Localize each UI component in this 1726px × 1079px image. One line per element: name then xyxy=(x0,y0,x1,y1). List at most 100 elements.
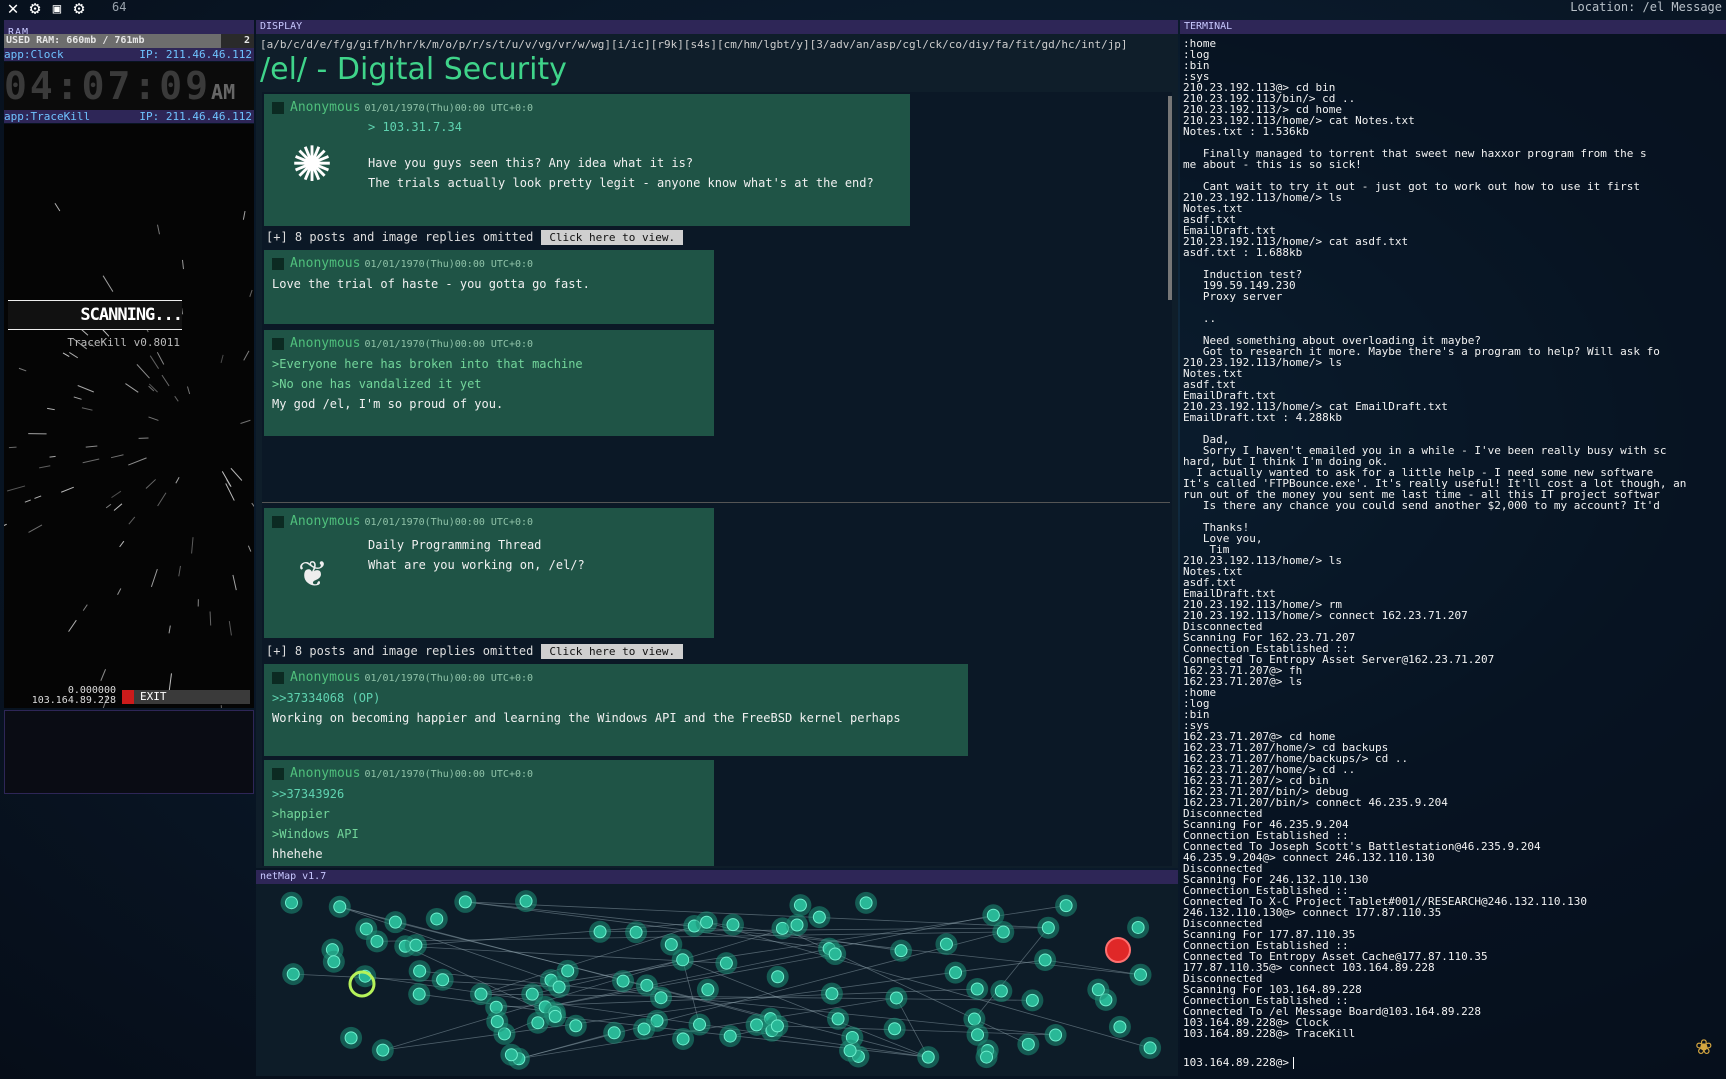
netmap-node[interactable] xyxy=(629,925,643,939)
netmap-node[interactable] xyxy=(552,980,566,994)
netmap-node[interactable] xyxy=(593,925,607,939)
netmap-node[interactable] xyxy=(430,912,444,926)
netmap-node[interactable] xyxy=(996,925,1010,939)
netmap-node[interactable] xyxy=(458,895,472,909)
netmap-node[interactable] xyxy=(388,915,402,929)
netmap-node[interactable] xyxy=(1131,920,1145,934)
netmap-node[interactable] xyxy=(831,1012,845,1026)
post-checkbox[interactable] xyxy=(272,515,284,528)
netmap-node[interactable] xyxy=(888,1022,902,1036)
netmap-node-target[interactable] xyxy=(1105,937,1131,963)
netmap-node[interactable] xyxy=(327,955,341,969)
netmap-node[interactable] xyxy=(1041,921,1055,935)
netmap-node[interactable] xyxy=(970,982,984,996)
netmap-node[interactable] xyxy=(1113,1020,1127,1034)
netmap-node[interactable] xyxy=(812,910,826,924)
netmap-node[interactable] xyxy=(640,978,654,992)
gear-icon[interactable]: ⚙ xyxy=(26,0,44,18)
netmap-node[interactable] xyxy=(770,1019,784,1033)
netmap-node[interactable] xyxy=(531,1016,545,1030)
netmap-node[interactable] xyxy=(412,987,426,1001)
netmap-node[interactable] xyxy=(285,896,299,910)
post-checkbox[interactable] xyxy=(272,767,284,780)
post-quote-link[interactable]: > 103.31.7.34 xyxy=(368,120,874,134)
post-quote-link[interactable]: >>37334068 (OP) xyxy=(272,691,960,705)
thread-view[interactable]: Anonymous 01/01/1970(Thu)00:00 UTC+0:0 ✺ … xyxy=(262,92,1172,866)
netmap-node[interactable] xyxy=(971,1028,985,1042)
netmap-node[interactable] xyxy=(994,984,1008,998)
netmap-node[interactable] xyxy=(561,964,575,978)
netmap-node[interactable] xyxy=(490,1014,504,1028)
post-checkbox[interactable] xyxy=(272,101,284,114)
terminal-line: 210.23.192.113/home/> ls xyxy=(1183,191,1342,204)
reply-post: Anonymous 01/01/1970(Thu)00:00 UTC+0:0 >E… xyxy=(264,330,714,436)
netmap-node[interactable] xyxy=(616,974,630,988)
view-replies-button[interactable]: Click here to view. xyxy=(541,230,684,245)
netmap-node[interactable] xyxy=(723,1029,737,1043)
tracekill-exit-button[interactable]: EXIT xyxy=(122,690,250,704)
netmap-node[interactable] xyxy=(939,937,953,951)
netmap-node[interactable] xyxy=(1038,953,1052,967)
netmap-node[interactable] xyxy=(525,987,539,1001)
netmap-node[interactable] xyxy=(436,973,450,987)
netmap-node[interactable] xyxy=(719,956,733,970)
netmap-node[interactable] xyxy=(843,1044,857,1058)
netmap-node[interactable] xyxy=(1021,1037,1035,1051)
netmap-node[interactable] xyxy=(413,964,427,978)
netmap-node[interactable] xyxy=(750,1018,764,1032)
netmap-node[interactable] xyxy=(859,896,873,910)
post-checkbox[interactable] xyxy=(272,257,284,270)
netmap-panel[interactable] xyxy=(256,870,1178,1076)
network-map[interactable] xyxy=(256,870,1178,1076)
post-quote-link[interactable]: >>37343926 xyxy=(272,787,706,801)
netmap-node[interactable] xyxy=(700,915,714,929)
netmap-node[interactable] xyxy=(828,947,842,961)
netmap-node[interactable] xyxy=(790,918,804,932)
view-replies-button[interactable]: Click here to view. xyxy=(541,644,684,659)
netmap-node[interactable] xyxy=(1025,993,1039,1007)
netmap-node[interactable] xyxy=(1091,983,1105,997)
netmap-node[interactable] xyxy=(726,918,740,932)
board-list-links[interactable]: [a/b/c/d/e/f/g/gif/h/hr/k/m/o/p/r/s/t/u/… xyxy=(260,38,1176,51)
netmap-node[interactable] xyxy=(370,934,384,948)
netmap-node[interactable] xyxy=(344,1031,358,1045)
netmap-node[interactable] xyxy=(607,1026,621,1040)
netmap-node[interactable] xyxy=(986,908,1000,922)
save-icon[interactable]: ▣ xyxy=(48,0,66,18)
netmap-node[interactable] xyxy=(1134,968,1148,982)
netmap-node[interactable] xyxy=(967,1012,981,1026)
netmap-node[interactable] xyxy=(376,1043,390,1057)
close-icon[interactable]: ✕ xyxy=(4,0,22,18)
netmap-node[interactable] xyxy=(1049,1028,1063,1042)
netmap-node[interactable] xyxy=(637,1022,651,1036)
netmap-node[interactable] xyxy=(1143,1041,1157,1055)
netmap-node[interactable] xyxy=(676,953,690,967)
netmap-node[interactable] xyxy=(676,1032,690,1046)
netmap-node[interactable] xyxy=(569,1019,583,1033)
netmap-node[interactable] xyxy=(701,983,715,997)
netmap-node[interactable] xyxy=(333,900,347,914)
terminal-input-line[interactable]: 103.164.89.228@> xyxy=(1183,1056,1294,1069)
netmap-node[interactable] xyxy=(889,991,903,1005)
post-checkbox[interactable] xyxy=(272,671,284,684)
netmap-node[interactable] xyxy=(519,894,533,908)
netmap-node[interactable] xyxy=(980,1050,994,1064)
netmap-node[interactable] xyxy=(949,966,963,980)
netmap-node[interactable] xyxy=(409,938,423,952)
netmap-node[interactable] xyxy=(693,1018,707,1032)
netmap-node[interactable] xyxy=(474,987,488,1001)
netmap-node[interactable] xyxy=(894,944,908,958)
netmap-node[interactable] xyxy=(286,967,300,981)
netmap-node[interactable] xyxy=(664,937,678,951)
thread-scrollbar[interactable] xyxy=(1168,96,1172,300)
netmap-node[interactable] xyxy=(1059,899,1073,913)
netmap-node[interactable] xyxy=(771,970,785,984)
post-checkbox[interactable] xyxy=(272,337,284,350)
netmap-node[interactable] xyxy=(793,898,807,912)
netmap-node[interactable] xyxy=(504,1048,518,1062)
netmap-node[interactable] xyxy=(548,1009,562,1023)
netmap-node[interactable] xyxy=(825,987,839,1001)
settings-icon[interactable]: ⚙ xyxy=(70,0,88,18)
netmap-node[interactable] xyxy=(921,1050,935,1064)
netmap-node[interactable] xyxy=(654,991,668,1005)
